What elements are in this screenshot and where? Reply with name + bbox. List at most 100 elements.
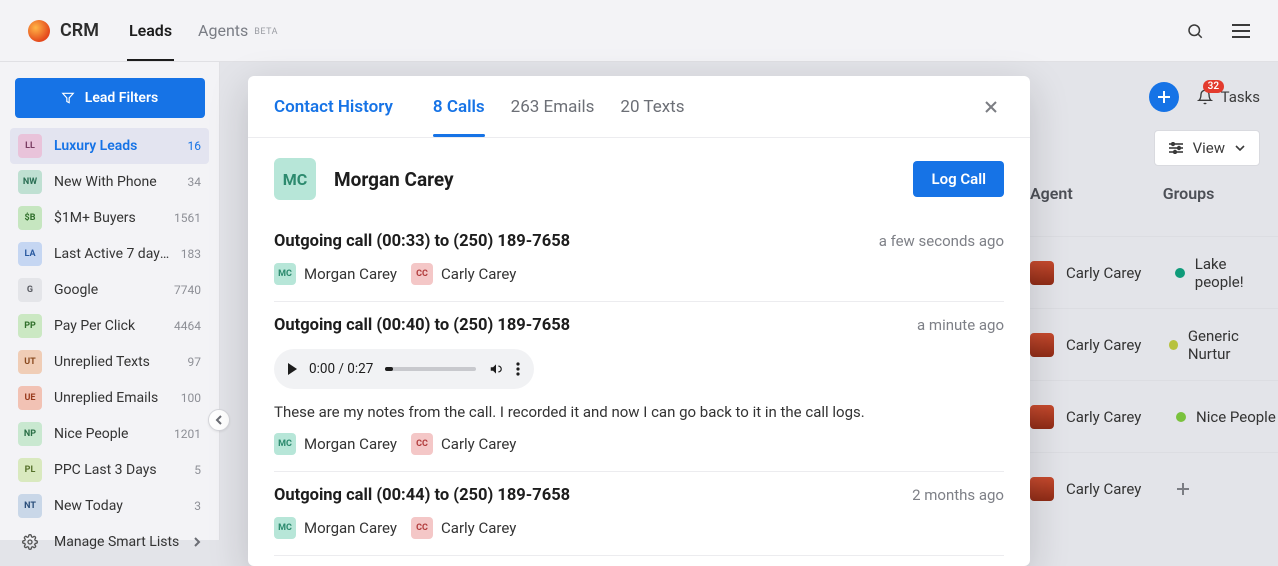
tab-calls[interactable]: 8 Calls [433, 97, 485, 135]
table-row[interactable]: Carly Carey Nice People [1030, 380, 1278, 452]
participant-chip: CC [411, 263, 433, 285]
sidebar-item[interactable]: PL PPC Last 3 Days 5 [10, 452, 209, 488]
nav-leads[interactable]: Leads [127, 0, 174, 61]
agent-avatar [1030, 405, 1054, 429]
tab-emails[interactable]: 263 Emails [511, 97, 595, 135]
sliders-icon [1169, 142, 1183, 154]
add-button[interactable] [1149, 82, 1179, 112]
sidebar-item[interactable]: NW New With Phone 34 [10, 164, 209, 200]
lead-name: Morgan Carey [334, 168, 454, 191]
sidebar-item[interactable]: LL Luxury Leads 16 [10, 128, 209, 164]
list-name: Unreplied Texts [54, 354, 182, 370]
view-label: View [1193, 139, 1225, 157]
tab-texts[interactable]: 20 Texts [620, 97, 684, 135]
table-row[interactable]: Carly Carey Generic Nurtur [1030, 308, 1278, 380]
volume-icon[interactable] [488, 362, 504, 376]
sidebar-item[interactable]: NT New Today 3 [10, 488, 209, 524]
participant-chip: CC [411, 433, 433, 455]
manage-label: Manage Smart Lists [54, 534, 179, 550]
agent-avatar [1030, 477, 1054, 501]
participant-name: Morgan Carey [304, 519, 397, 537]
participant-chip: MC [274, 517, 296, 539]
list-name: Unreplied Emails [54, 390, 175, 406]
logo-icon [28, 20, 50, 42]
gear-icon [18, 530, 42, 554]
list-chip: UT [18, 350, 42, 374]
participant: CCCarly Carey [411, 433, 516, 455]
list-count: 34 [188, 175, 202, 189]
participant-chip: MC [274, 263, 296, 285]
list-name: PPC Last 3 Days [54, 462, 188, 478]
table-row[interactable]: Carly Carey Lake people! [1030, 236, 1278, 308]
sidebar-item[interactable]: NP Nice People 1201 [10, 416, 209, 452]
list-name: Luxury Leads [54, 138, 182, 154]
group-name: Lake people! [1195, 255, 1278, 291]
participant: CCCarly Carey [411, 517, 516, 539]
participant: CC Carly Carey [411, 263, 516, 285]
list-count: 4464 [174, 319, 201, 333]
smart-lists: LL Luxury Leads 16NW New With Phone 34$B… [10, 128, 209, 524]
list-chip: $B [18, 206, 42, 230]
close-button[interactable] [978, 94, 1004, 120]
entry-people: MCMorgan Carey CCCarly Carey [274, 433, 1004, 455]
tasks-button[interactable]: 32 Tasks [1197, 88, 1260, 106]
group-cell: Generic Nurtur [1169, 327, 1278, 363]
sidebar-item[interactable]: LA Last Active 7 days... 183 [10, 236, 209, 272]
participant: MCMorgan Carey [274, 433, 397, 455]
manage-smart-lists[interactable]: Manage Smart Lists [10, 524, 209, 560]
sidebar-item[interactable]: UE Unreplied Emails 100 [10, 380, 209, 416]
participant-chip: CC [411, 517, 433, 539]
group-cell: Lake people! [1175, 255, 1278, 291]
more-icon[interactable] [516, 362, 520, 376]
list-chip: PP [18, 314, 42, 338]
list-chip: UE [18, 386, 42, 410]
agent-name: Carly Carey [1066, 480, 1176, 498]
agent-avatar [1030, 333, 1054, 357]
col-groups: Groups [1163, 184, 1215, 203]
add-group-button[interactable] [1176, 482, 1190, 496]
chevron-right-icon [193, 536, 201, 548]
agent-name: Carly Carey [1066, 336, 1169, 354]
brand-name: CRM [60, 20, 99, 41]
list-chip: LA [18, 242, 42, 266]
list-count: 3 [194, 499, 201, 513]
play-icon[interactable] [288, 363, 297, 375]
table-rows: Carly Carey Lake people! Carly Carey Gen… [1030, 236, 1278, 524]
entry-time: a minute ago [917, 316, 1004, 334]
lead-filters-label: Lead Filters [85, 90, 158, 106]
collapse-sidebar-button[interactable] [208, 409, 230, 431]
modal-title[interactable]: Contact History [274, 97, 393, 135]
list-name: Pay Per Click [54, 318, 168, 334]
participant-name: Carly Carey [441, 265, 516, 283]
top-nav: Leads Agents BETA [127, 0, 302, 61]
list-chip: G [18, 278, 42, 302]
nav-agents-label: Agents [198, 21, 248, 40]
group-dot-icon [1175, 268, 1185, 278]
view-dropdown[interactable]: View [1154, 130, 1260, 166]
list-count: 183 [181, 247, 201, 261]
audio-player[interactable]: 0:00 / 0:27 [274, 349, 534, 389]
list-chip: PL [18, 458, 42, 482]
sidebar-item[interactable]: PP Pay Per Click 4464 [10, 308, 209, 344]
list-name: Nice People [54, 426, 168, 442]
col-agent: Agent [1030, 184, 1073, 203]
lead-filters-button[interactable]: Lead Filters [15, 78, 205, 118]
participant-chip: MC [274, 433, 296, 455]
sidebar-item[interactable]: $B $1M+ Buyers 1561 [10, 200, 209, 236]
page-actions: 32 Tasks [1149, 82, 1260, 112]
sidebar-item[interactable]: G Google 7740 [10, 272, 209, 308]
player-track[interactable] [385, 367, 476, 371]
call-entry: Outgoing call (00:33) to (250) 189-7658a… [274, 218, 1004, 302]
call-note: These are my notes from the call. I reco… [274, 403, 1004, 421]
table-header: Agent Groups [1030, 184, 1214, 203]
menu-icon[interactable] [1232, 24, 1250, 38]
log-call-button[interactable]: Log Call [913, 161, 1004, 197]
list-count: 100 [181, 391, 201, 405]
search-icon[interactable] [1186, 22, 1204, 40]
entry-title: Outgoing call (00:44) to (250) 189-7658 [274, 486, 570, 505]
table-row[interactable]: Carly Carey [1030, 452, 1278, 524]
sidebar-item[interactable]: UT Unreplied Texts 97 [10, 344, 209, 380]
nav-agents[interactable]: Agents BETA [196, 0, 280, 61]
list-chip: NW [18, 170, 42, 194]
list-count: 5 [194, 463, 201, 477]
